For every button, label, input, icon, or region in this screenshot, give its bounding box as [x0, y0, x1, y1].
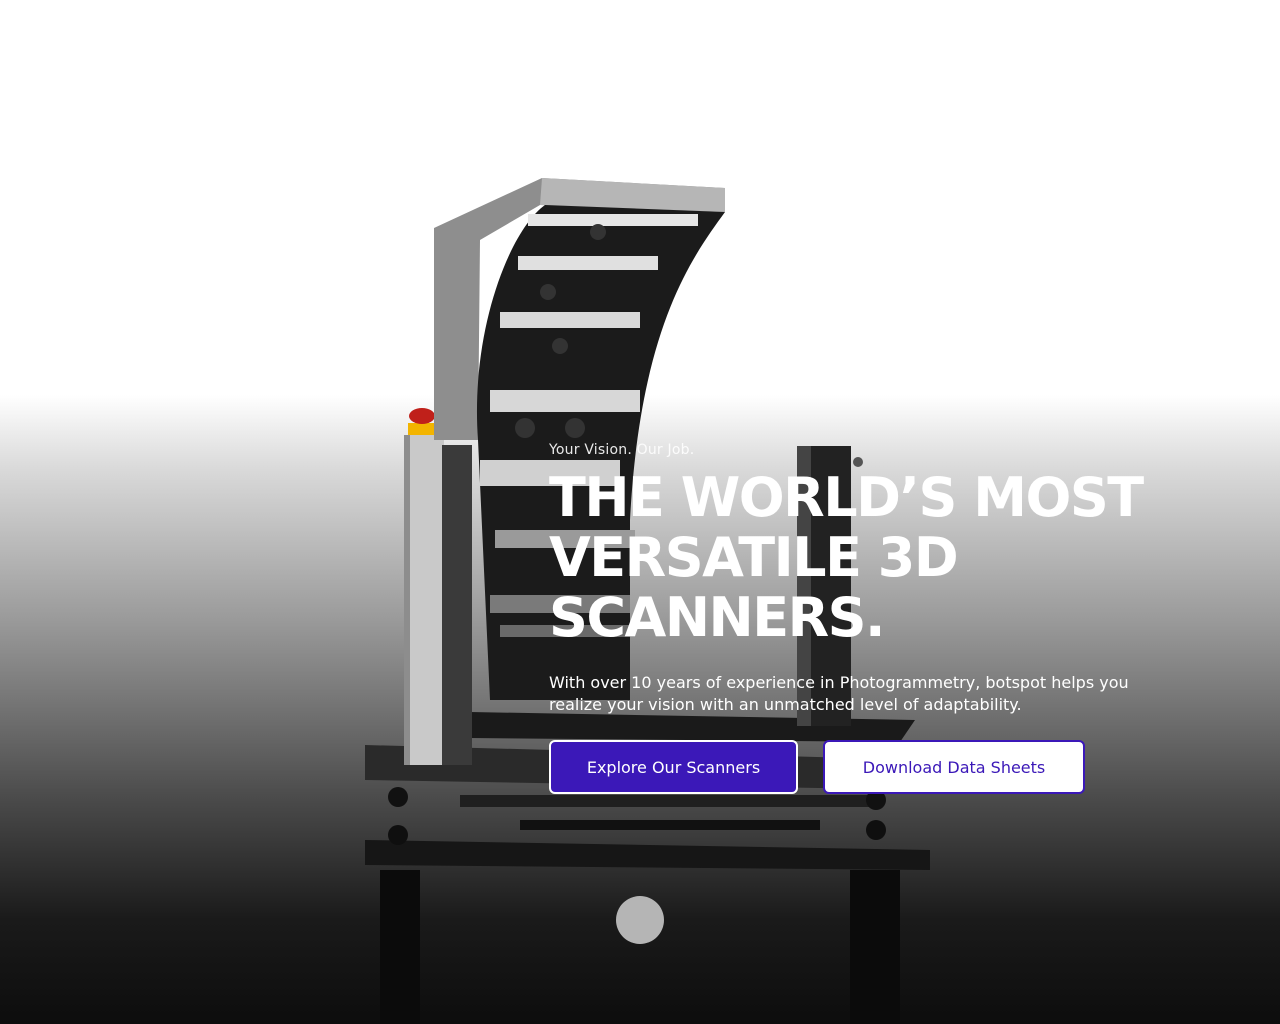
hero-buttons: Explore Our Scanners Download Data Sheet… [549, 740, 1085, 794]
hero-description: With over 10 years of experience in Phot… [549, 673, 1129, 714]
headline-line-1: THE WORLD’S MOST [549, 466, 1144, 529]
hero-section: Your Vision. Our Job. THE WORLD’S MOST V… [0, 0, 1280, 1024]
headline-line-3: SCANNERS. [549, 586, 886, 649]
circle-icon[interactable] [616, 896, 664, 944]
download-data-sheets-button[interactable]: Download Data Sheets [823, 740, 1085, 794]
explore-scanners-button[interactable]: Explore Our Scanners [549, 740, 798, 794]
headline-line-2: VERSATILE 3D [549, 526, 959, 589]
hero-eyebrow: Your Vision. Our Job. [549, 442, 695, 458]
hero-content: Your Vision. Our Job. THE WORLD’S MOST V… [549, 438, 1149, 716]
hero-headline: THE WORLD’S MOST VERSATILE 3D SCANNERS. [549, 466, 1144, 649]
